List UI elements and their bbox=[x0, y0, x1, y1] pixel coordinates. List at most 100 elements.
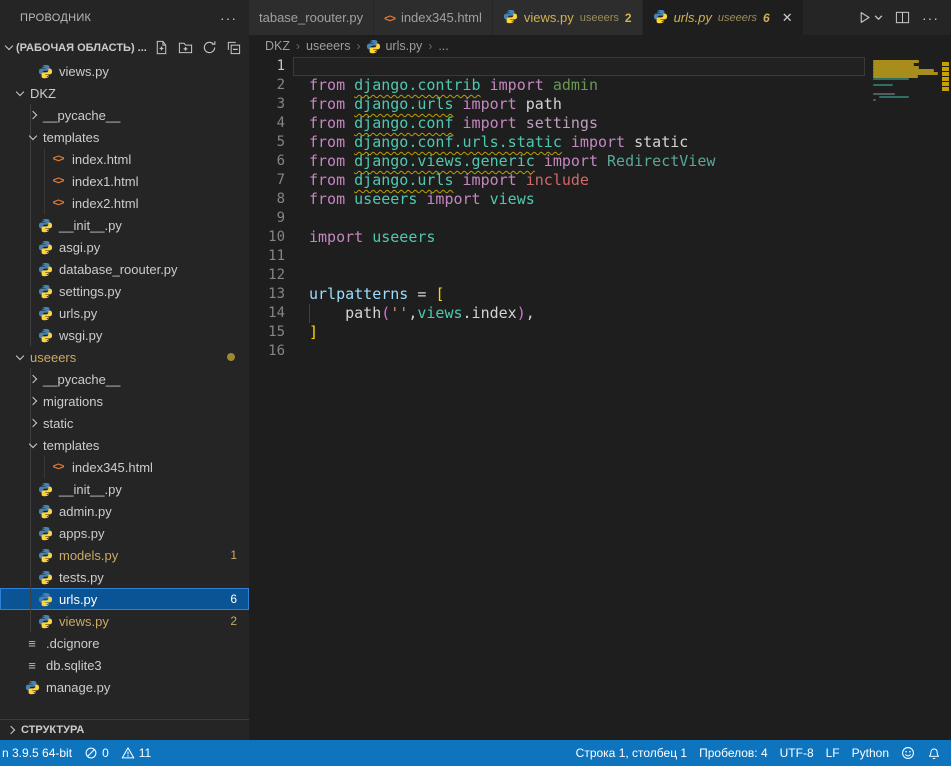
tree-folder-DKZ[interactable]: DKZ bbox=[0, 82, 249, 104]
code-line-8[interactable]: 8from useeers import views bbox=[249, 190, 951, 209]
tab-views.py[interactable]: views.pyuseeers2 bbox=[493, 0, 643, 35]
status-item-11[interactable]: 11 bbox=[115, 740, 157, 766]
line-number: 9 bbox=[259, 209, 293, 228]
run-python-file-button[interactable] bbox=[857, 10, 883, 25]
tree-file-urls.py[interactable]: urls.py6 bbox=[0, 588, 249, 610]
status-item-feedback-icon[interactable] bbox=[895, 740, 921, 766]
code-line-5[interactable]: 5from django.conf.urls.static import sta… bbox=[249, 133, 951, 152]
code-token: import bbox=[454, 95, 526, 113]
breadcrumb-item-DKZ[interactable]: DKZ bbox=[265, 39, 290, 53]
indent-guide bbox=[30, 104, 31, 346]
status-item-bell-icon[interactable] bbox=[921, 740, 947, 766]
tree-folder-useeers[interactable]: useeers bbox=[0, 346, 249, 368]
code-line-3[interactable]: 3from django.urls import path bbox=[249, 95, 951, 114]
views-more-actions-icon[interactable]: ··· bbox=[220, 10, 237, 26]
breadcrumb-item-...[interactable]: ... bbox=[438, 39, 448, 53]
status-item-Пробелов: 4[interactable]: Пробелов: 4 bbox=[693, 740, 774, 766]
code-line-2[interactable]: 2from django.contrib import admin bbox=[249, 76, 951, 95]
tree-file-database_roouter.py[interactable]: database_roouter.py bbox=[0, 258, 249, 280]
tree-file-manage.py[interactable]: manage.py bbox=[0, 676, 249, 698]
html-icon: <> bbox=[53, 197, 64, 209]
code-line-15[interactable]: 15] bbox=[249, 323, 951, 342]
tree-file-views.py[interactable]: views.py bbox=[0, 60, 249, 82]
tree-file-views.py[interactable]: views.py2 bbox=[0, 610, 249, 632]
code-token: import bbox=[454, 171, 526, 189]
code-line-13[interactable]: 13urlpatterns = [ bbox=[249, 285, 951, 304]
tree-file-db.sqlite3[interactable]: ≡db.sqlite3 bbox=[0, 654, 249, 676]
status-item-n 3.9.5 64-bit[interactable]: n 3.9.5 64-bit bbox=[0, 740, 78, 766]
tree-file-index.html[interactable]: <>index.html bbox=[0, 148, 249, 170]
code-token: import bbox=[454, 114, 526, 132]
tree-file-index1.html[interactable]: <>index1.html bbox=[0, 170, 249, 192]
status-item-Строка 1, столбец 1[interactable]: Строка 1, столбец 1 bbox=[570, 740, 693, 766]
code-line-10[interactable]: 10import useeers bbox=[249, 228, 951, 247]
tree-file-index345.html[interactable]: <>index345.html bbox=[0, 456, 249, 478]
split-editor-icon[interactable] bbox=[895, 10, 910, 25]
tree-file-models.py[interactable]: models.py1 bbox=[0, 544, 249, 566]
tree-file-admin.py[interactable]: admin.py bbox=[0, 500, 249, 522]
tree-item-label: index2.html bbox=[72, 196, 138, 211]
tree-folder-__pycache__[interactable]: __pycache__ bbox=[0, 104, 249, 126]
status-item-UTF-8[interactable]: UTF-8 bbox=[774, 740, 820, 766]
code-line-11[interactable]: 11 bbox=[249, 247, 951, 266]
status-item-LF[interactable]: LF bbox=[820, 740, 846, 766]
breadcrumb-item-useeers[interactable]: useeers bbox=[306, 39, 350, 53]
tree-item-label: index.html bbox=[72, 152, 131, 167]
workspace-section-header[interactable]: (РАБОЧАЯ ОБЛАСТЬ) ... bbox=[0, 35, 249, 60]
refresh-icon[interactable] bbox=[202, 40, 217, 55]
python-icon bbox=[38, 262, 53, 277]
minimap[interactable] bbox=[871, 57, 941, 740]
code-line-9[interactable]: 9 bbox=[249, 209, 951, 228]
status-item-Python[interactable]: Python bbox=[846, 740, 895, 766]
status-item-0[interactable]: 0 bbox=[78, 740, 115, 766]
tab-tabase_roouter.py[interactable]: tabase_roouter.py bbox=[249, 0, 374, 35]
tree-file-wsgi.py[interactable]: wsgi.py bbox=[0, 324, 249, 346]
new-folder-icon[interactable] bbox=[178, 40, 193, 55]
tree-folder-templates[interactable]: templates bbox=[0, 434, 249, 456]
code-token: RedirectView bbox=[607, 152, 715, 170]
tree-file-urls.py[interactable]: urls.py bbox=[0, 302, 249, 324]
line-content: from django.views.generic import Redirec… bbox=[293, 152, 865, 171]
code-line-7[interactable]: 7from django.urls import include bbox=[249, 171, 951, 190]
tree-file-.dcignore[interactable]: ≡.dcignore bbox=[0, 632, 249, 654]
tree-file-apps.py[interactable]: apps.py bbox=[0, 522, 249, 544]
tree-folder-migrations[interactable]: migrations bbox=[0, 390, 249, 412]
outline-section-header[interactable]: СТРУКТУРА bbox=[0, 719, 249, 740]
tree-file-asgi.py[interactable]: asgi.py bbox=[0, 236, 249, 258]
tree-file-tests.py[interactable]: tests.py bbox=[0, 566, 249, 588]
code-line-1[interactable]: 1 bbox=[249, 57, 951, 76]
warning-icon bbox=[121, 746, 135, 760]
tree-file-index2.html[interactable]: <> index2.html bbox=[0, 192, 249, 214]
tree-folder-static[interactable]: static bbox=[0, 412, 249, 434]
code-editor[interactable]: 12from django.contrib import admin3from … bbox=[249, 57, 951, 740]
tree-file-__init__.py[interactable]: __init__.py bbox=[0, 478, 249, 500]
code-line-6[interactable]: 6from django.views.generic import Redire… bbox=[249, 152, 951, 171]
tree-item-label: templates bbox=[43, 130, 99, 145]
tree-folder-templates[interactable]: templates bbox=[0, 126, 249, 148]
new-file-icon[interactable] bbox=[154, 40, 169, 55]
file-type-icon bbox=[37, 503, 53, 519]
file-tree: views.pyDKZ__pycache__templates<>index.h… bbox=[0, 60, 249, 698]
tab-index345.html[interactable]: <>index345.html bbox=[374, 0, 493, 35]
overview-ruler[interactable] bbox=[941, 57, 951, 740]
more-actions-icon[interactable]: ··· bbox=[922, 10, 939, 26]
code-line-16[interactable]: 16 bbox=[249, 342, 951, 361]
tab-urls.py[interactable]: urls.pyuseeers6✕ bbox=[643, 0, 804, 35]
error-icon bbox=[84, 746, 98, 760]
breadcrumb-item-urls.py[interactable]: urls.py bbox=[366, 39, 422, 54]
line-content: import useeers bbox=[293, 228, 865, 247]
code-line-14[interactable]: 14 path('',views.index), bbox=[249, 304, 951, 323]
code-line-4[interactable]: 4from django.conf import settings bbox=[249, 114, 951, 133]
code-token: path bbox=[526, 95, 562, 113]
line-number: 7 bbox=[259, 171, 293, 190]
python-icon bbox=[38, 526, 53, 541]
code-line-12[interactable]: 12 bbox=[249, 266, 951, 285]
collapse-all-icon[interactable] bbox=[226, 40, 241, 55]
tree-item-label: templates bbox=[43, 438, 99, 453]
close-icon[interactable]: ✕ bbox=[782, 10, 793, 26]
tree-folder-__pycache__[interactable]: __pycache__ bbox=[0, 368, 249, 390]
tree-file-__init__.py[interactable]: __init__.py bbox=[0, 214, 249, 236]
tree-file-settings.py[interactable]: settings.py bbox=[0, 280, 249, 302]
tree-item-label: db.sqlite3 bbox=[46, 658, 102, 673]
code-token: django.urls bbox=[354, 171, 453, 189]
